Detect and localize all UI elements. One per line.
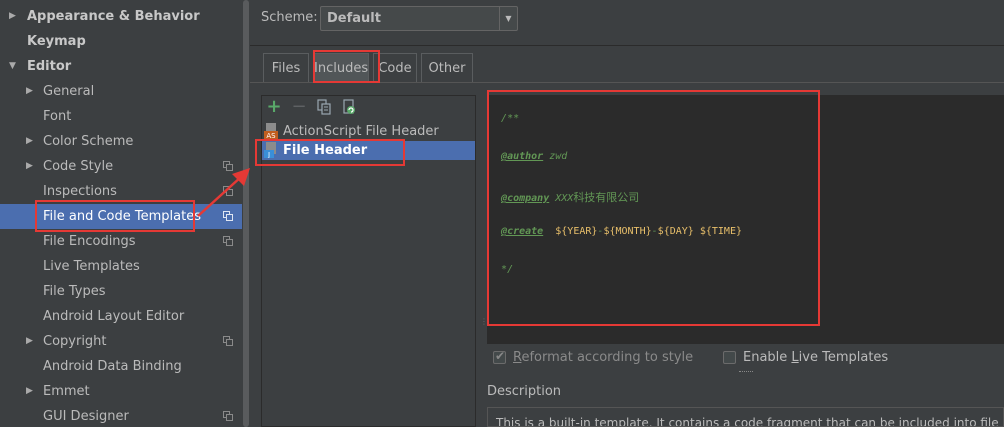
tree-item-label: Android Data Binding bbox=[43, 359, 182, 374]
add-icon[interactable]: + bbox=[265, 97, 283, 117]
project-scope-icon bbox=[223, 411, 233, 421]
annotation-box-editor bbox=[487, 90, 820, 326]
tab-label: Other bbox=[428, 61, 466, 76]
tree-item-editor[interactable]: ▼ Editor bbox=[0, 54, 242, 79]
tree-item-copyright[interactable]: ▶ Copyright bbox=[0, 329, 242, 354]
tree-item-keymap[interactable]: Keymap bbox=[0, 29, 242, 54]
divider bbox=[250, 45, 1004, 46]
tree-item-general[interactable]: ▶ General bbox=[0, 79, 242, 104]
annotation-box-file-header bbox=[255, 139, 405, 166]
svg-text:AS: AS bbox=[266, 132, 276, 139]
tree-item-gui-designer[interactable]: GUI Designer bbox=[0, 404, 242, 427]
tree-item-label: General bbox=[43, 84, 95, 99]
tree-item-emmet[interactable]: ▶ Emmet bbox=[0, 379, 242, 404]
annotation-box-includes-tab bbox=[313, 50, 380, 83]
tree-item-font[interactable]: Font bbox=[0, 104, 242, 129]
tree-item-label: Font bbox=[43, 109, 72, 124]
scheme-label: Scheme: bbox=[261, 10, 318, 25]
tree-item-appearance[interactable]: ▶ Appearance & Behavior bbox=[0, 4, 242, 29]
expand-arrow-icon[interactable]: ▶ bbox=[26, 329, 36, 354]
reformat-label: Reformat according to style bbox=[513, 350, 694, 365]
tree-item-label: Copyright bbox=[43, 334, 107, 349]
actionscript-file-icon: AS bbox=[264, 123, 278, 140]
tree-item-android-layout-editor[interactable]: Android Layout Editor bbox=[0, 304, 242, 329]
tree-item-color-scheme[interactable]: ▶ Color Scheme bbox=[0, 129, 242, 154]
description-label: Description bbox=[487, 384, 562, 399]
scheme-value: Default bbox=[327, 11, 381, 26]
expand-arrow-icon[interactable]: ▶ bbox=[9, 4, 19, 29]
copy-icon[interactable] bbox=[315, 99, 333, 119]
expand-arrow-icon[interactable]: ▶ bbox=[26, 154, 36, 179]
tree-item-label: File Encodings bbox=[43, 234, 136, 249]
expand-arrow-icon[interactable]: ▶ bbox=[26, 379, 36, 404]
scheme-dropdown[interactable]: Default ▼ bbox=[320, 6, 518, 31]
reset-icon[interactable] bbox=[340, 99, 358, 119]
tree-item-label: GUI Designer bbox=[43, 409, 129, 424]
checkmark-icon: ✔ bbox=[495, 349, 506, 363]
tab-label: Code bbox=[378, 61, 412, 76]
focus-dots bbox=[739, 370, 753, 372]
tree-item-live-templates[interactable]: Live Templates bbox=[0, 254, 242, 279]
enable-live-templates-label: Enable Live Templates bbox=[743, 350, 889, 365]
expand-arrow-icon[interactable]: ▶ bbox=[26, 129, 36, 154]
enable-live-templates-checkbox[interactable] bbox=[723, 351, 736, 364]
description-text: This is a built-in template. It contains… bbox=[496, 416, 999, 427]
tree-item-android-data-binding[interactable]: Android Data Binding bbox=[0, 354, 242, 379]
tab-label: Files bbox=[271, 61, 301, 76]
tree-item-label: File Types bbox=[43, 284, 106, 299]
reformat-checkbox[interactable]: ✔ bbox=[493, 349, 506, 364]
project-scope-icon bbox=[223, 336, 233, 346]
tree-item-label: Appearance & Behavior bbox=[27, 9, 200, 24]
annotation-box-file-and-code-templates bbox=[35, 200, 195, 232]
chevron-down-icon[interactable]: ▼ bbox=[499, 7, 517, 30]
remove-icon[interactable]: − bbox=[290, 97, 308, 117]
expand-arrow-icon[interactable]: ▶ bbox=[26, 79, 36, 104]
splitter-handle[interactable]: ⋮ bbox=[480, 318, 488, 334]
tree-item-file-encodings[interactable]: File Encodings bbox=[0, 229, 242, 254]
tree-item-label: Code Style bbox=[43, 159, 114, 174]
tree-item-label: Keymap bbox=[27, 34, 86, 49]
tab-other[interactable]: Other bbox=[421, 53, 473, 82]
description-box: This is a built-in template. It contains… bbox=[487, 407, 1004, 427]
collapse-arrow-icon[interactable]: ▼ bbox=[9, 54, 19, 79]
project-scope-icon bbox=[223, 236, 233, 246]
tree-item-label: Editor bbox=[27, 59, 72, 74]
tree-item-file-types[interactable]: File Types bbox=[0, 279, 242, 304]
tree-item-label: Emmet bbox=[43, 384, 90, 399]
tab-files[interactable]: Files bbox=[263, 53, 309, 82]
tree-item-label: Android Layout Editor bbox=[43, 309, 185, 324]
annotation-arrow-icon bbox=[197, 168, 250, 217]
tree-item-label: Color Scheme bbox=[43, 134, 134, 149]
tree-item-label: Live Templates bbox=[43, 259, 140, 274]
